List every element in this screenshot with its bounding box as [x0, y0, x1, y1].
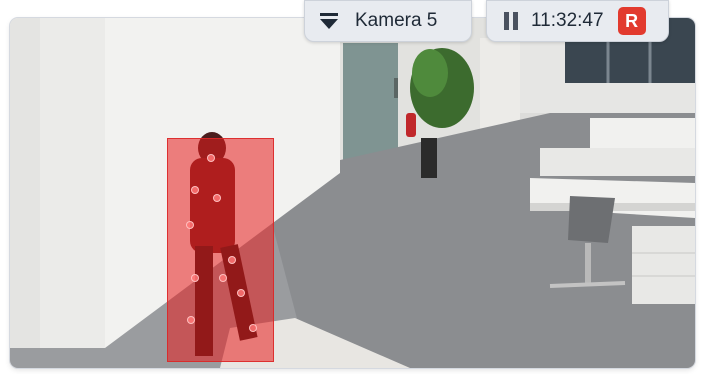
keypoint — [237, 289, 245, 297]
keypoint — [228, 256, 236, 264]
person-detection-box[interactable] — [167, 138, 274, 362]
keypoint — [249, 324, 257, 332]
keypoint — [187, 316, 195, 324]
camera-feed-image — [10, 18, 695, 368]
keypoint — [207, 154, 215, 162]
triangle-down-icon — [320, 13, 338, 29]
camera-label: Kamera 5 — [355, 10, 438, 31]
playback-time: 11:32:47 — [531, 10, 604, 31]
camera-view[interactable] — [10, 18, 695, 368]
playback-controls[interactable]: 11:32:47 R — [486, 0, 669, 42]
keypoint — [191, 274, 199, 282]
keypoint — [191, 186, 199, 194]
keypoint — [186, 221, 194, 229]
keypoint — [219, 274, 227, 282]
camera-selector[interactable]: Kamera 5 — [304, 0, 472, 42]
keypoint — [213, 194, 221, 202]
recording-badge: R — [617, 7, 646, 35]
pause-icon[interactable] — [503, 11, 519, 31]
